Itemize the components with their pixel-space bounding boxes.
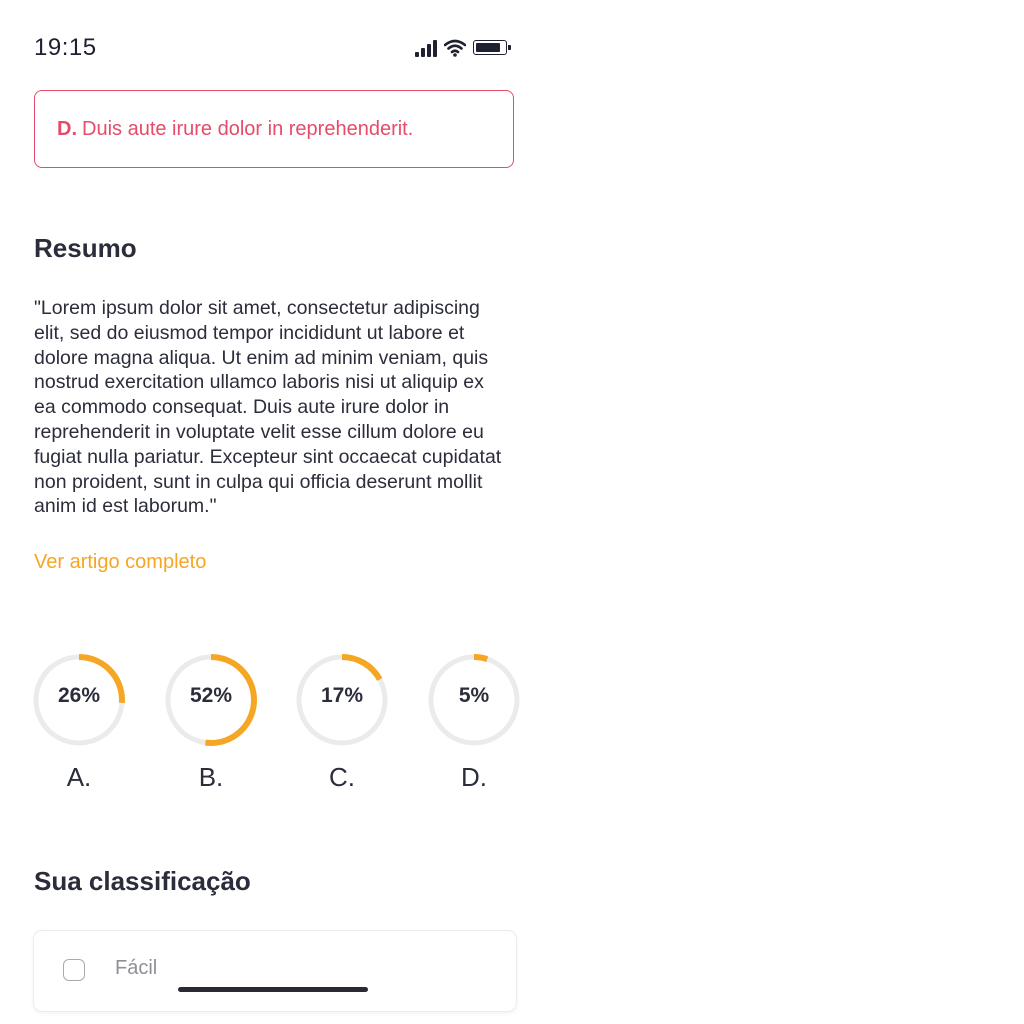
status-time: 19:15	[34, 34, 97, 61]
rating-option-facil[interactable]: Fácil	[34, 931, 516, 1011]
selected-answer-card: D. Duis aute irure dolor in reprehenderi…	[34, 90, 514, 168]
summary-title: Resumo	[34, 233, 137, 263]
answer-stats: 26% A. 52% B. 17% C. 5% D.	[0, 650, 550, 810]
checkbox[interactable]	[63, 959, 85, 981]
status-icons	[414, 38, 514, 58]
stat-percent: 17%	[320, 684, 364, 707]
answer-letter: D.	[57, 117, 77, 140]
answer-stat: 5% D.	[424, 650, 524, 800]
stat-letter: A.	[66, 762, 92, 792]
quiz-result-screen: 19:15 D. Duis aute irure dolor in repreh…	[0, 0, 550, 1024]
answer-stat: 26% A.	[29, 650, 129, 800]
wifi-icon	[444, 39, 466, 57]
rating-option-label: Fácil	[115, 957, 158, 979]
full-article-link[interactable]: Ver artigo completo	[34, 551, 206, 574]
battery-icon	[473, 40, 511, 55]
answer-stat: 17% C.	[292, 650, 392, 800]
stat-letter: C.	[329, 762, 355, 792]
stat-percent: 52%	[189, 684, 233, 707]
summary-text: "Lorem ipsum dolor sit amet, consectetur…	[34, 297, 502, 518]
stat-letter: B.	[198, 762, 224, 792]
signal-icon	[414, 38, 438, 58]
home-indicator	[178, 987, 368, 992]
answer-text: Duis aute irure dolor in reprehenderit.	[82, 117, 414, 140]
stat-percent: 5%	[458, 684, 490, 707]
rating-title: Sua classificação	[34, 866, 251, 896]
stat-letter: D.	[461, 762, 487, 792]
stat-percent: 26%	[57, 684, 101, 707]
answer-stat: 52% B.	[161, 650, 261, 800]
